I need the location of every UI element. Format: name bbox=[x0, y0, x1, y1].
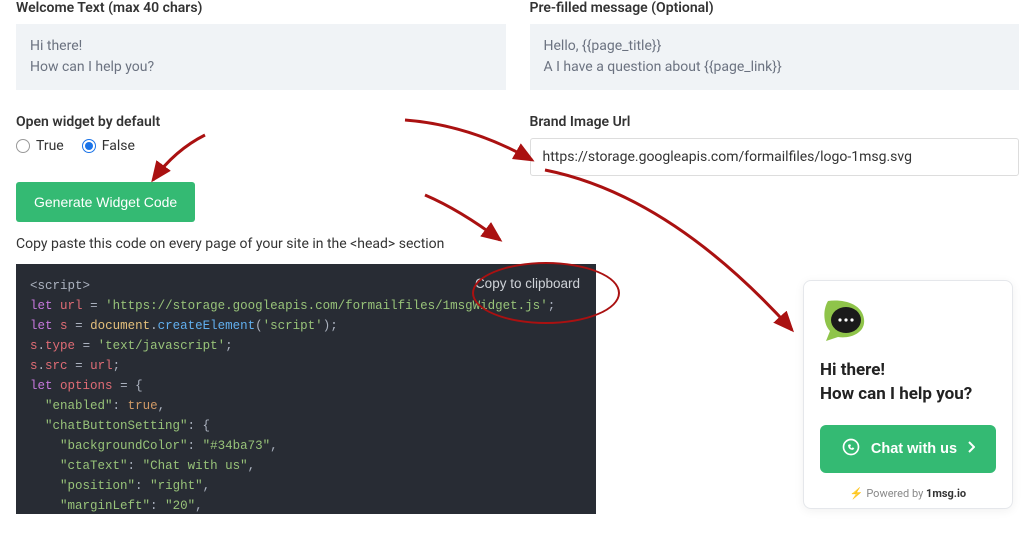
welcome-text-label: Welcome Text (max 40 chars) bbox=[16, 0, 506, 16]
prefilled-message-label: Pre-filled message (Optional) bbox=[530, 0, 1020, 16]
code-ml: 20 bbox=[173, 499, 188, 513]
open-default-true-radio[interactable]: True bbox=[16, 138, 64, 154]
widget-welcome-line1: Hi there! bbox=[820, 359, 996, 383]
copy-paste-hint: Copy paste this code on every page of yo… bbox=[16, 236, 1019, 252]
generate-widget-code-button[interactable]: Generate Widget Code bbox=[16, 182, 195, 222]
whatsapp-icon bbox=[841, 437, 861, 461]
code-type: text/javascript bbox=[105, 339, 218, 353]
powered-brand: 1msg.io bbox=[926, 487, 966, 500]
welcome-text-input[interactable] bbox=[16, 24, 506, 90]
code-bgcolor: #34ba73 bbox=[210, 439, 263, 453]
radio-checked-icon bbox=[82, 139, 96, 153]
code-snippet-container: Copy to clipboard <script> let url = 'ht… bbox=[16, 264, 596, 514]
brand-logo-icon bbox=[820, 299, 996, 345]
widget-welcome-line2: How can I help you? bbox=[820, 383, 996, 407]
cta-text: Chat with us bbox=[871, 441, 957, 457]
code-ctatext: Chat with us bbox=[150, 459, 240, 473]
bolt-icon: ⚡ bbox=[850, 487, 864, 500]
brand-image-url-label: Brand Image Url bbox=[530, 114, 1020, 130]
chat-with-us-button[interactable]: Chat with us bbox=[820, 425, 996, 473]
radio-unchecked-icon bbox=[16, 139, 30, 153]
code-position: right bbox=[158, 479, 196, 493]
widget-preview-card: Hi there! How can I help you? Chat with … bbox=[803, 280, 1013, 509]
copy-to-clipboard-button[interactable]: Copy to clipboard bbox=[467, 270, 588, 297]
code-snippet[interactable]: <script> let url = 'https://storage.goog… bbox=[16, 264, 596, 514]
chevron-right-icon bbox=[967, 441, 975, 457]
open-default-label: Open widget by default bbox=[16, 114, 506, 130]
radio-true-label: True bbox=[36, 138, 64, 154]
brand-image-url-input[interactable] bbox=[530, 138, 1020, 176]
code-url: https://storage.googleapis.com/formailfi… bbox=[113, 299, 541, 313]
powered-by-text: ⚡ Powered by 1msg.io bbox=[820, 487, 996, 500]
code-enabled: true bbox=[128, 399, 158, 413]
prefilled-message-input[interactable] bbox=[530, 24, 1020, 90]
open-default-false-radio[interactable]: False bbox=[82, 138, 135, 154]
radio-false-label: False bbox=[102, 138, 135, 154]
